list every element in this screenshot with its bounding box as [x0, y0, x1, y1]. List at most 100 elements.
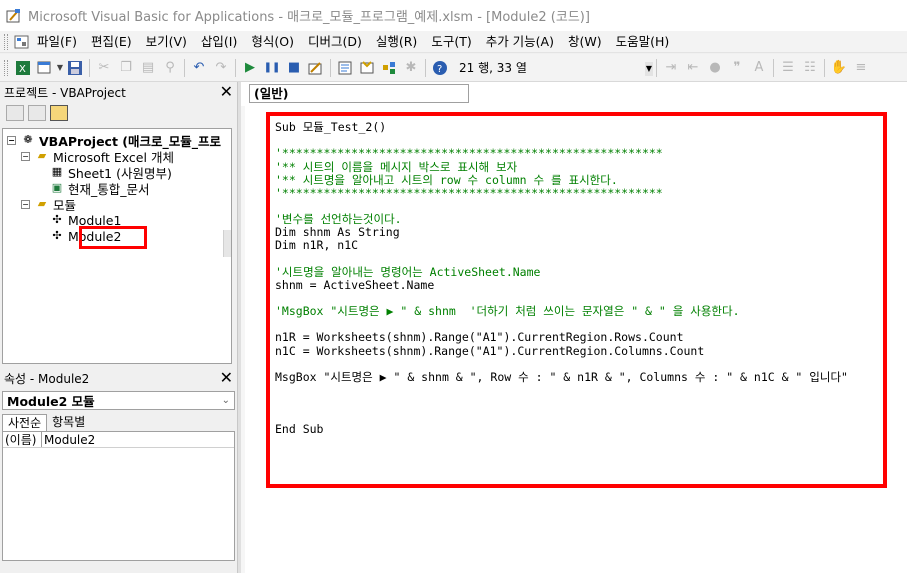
- menu-debug[interactable]: 디버그(D): [301, 32, 369, 52]
- excel-menu-icon[interactable]: [14, 34, 30, 50]
- insert-userform-icon[interactable]: [34, 57, 56, 79]
- view-excel-icon[interactable]: X: [12, 57, 34, 79]
- menu-insert[interactable]: 삽입(I): [194, 32, 244, 52]
- toolbox-icon[interactable]: ✱: [400, 57, 422, 79]
- tree-scrollbar[interactable]: [223, 230, 231, 257]
- menu-file[interactable]: 파일(F): [34, 32, 84, 52]
- vba-app-icon: [6, 8, 22, 24]
- property-row[interactable]: (이름) Module2: [3, 432, 234, 448]
- find-icon[interactable]: ⚲: [159, 57, 181, 79]
- code-highlight-box: [266, 112, 887, 488]
- module-icon: ✣: [52, 229, 62, 242]
- view-code-icon[interactable]: [6, 105, 24, 121]
- toggle-breakpoint-icon[interactable]: ●: [704, 57, 726, 79]
- cursor-position-display: 21 행, 33 열 ▼: [455, 58, 653, 78]
- view-object-icon[interactable]: [28, 105, 46, 121]
- toolbar-separator: [824, 58, 825, 77]
- object-select-value: Module2 모듈: [7, 394, 95, 409]
- standard-toolbar: X ▼ ✂ ❐ ▤ ⚲ ↶ ↷ ▶ ❚❚ ■ ✱ ? 21 행, 33 열 ▼ …: [0, 54, 907, 82]
- toolbar-grip[interactable]: [4, 59, 8, 76]
- property-name: (이름): [3, 432, 42, 447]
- code-margin[interactable]: [241, 106, 245, 573]
- undo-icon[interactable]: ↶: [188, 57, 210, 79]
- project-explorer-pane: 프로젝트 - VBAProject ✕ − ❁ VBAProject (매크로_…: [0, 82, 237, 367]
- vbaproject-icon: ❁: [23, 133, 33, 146]
- uncomment-block-icon[interactable]: A: [748, 57, 770, 79]
- menu-edit[interactable]: 편집(E): [84, 32, 139, 52]
- outdent-icon[interactable]: ⇤: [682, 57, 704, 79]
- menu-view[interactable]: 보기(V): [139, 32, 194, 52]
- toolbar-separator: [184, 58, 185, 77]
- module-icon: ✣: [52, 213, 62, 226]
- menu-format[interactable]: 형식(O): [244, 32, 301, 52]
- tab-alphabetic[interactable]: 사전순: [2, 414, 48, 431]
- save-icon[interactable]: [64, 57, 86, 79]
- help-icon[interactable]: ?: [429, 57, 451, 79]
- svg-text:X: X: [19, 64, 26, 75]
- menu-window[interactable]: 창(W): [561, 32, 609, 52]
- properties-grid: (이름) Module2: [2, 431, 235, 561]
- toggle-folders-icon[interactable]: [50, 105, 68, 121]
- project-pane-header: 프로젝트 - VBAProject ✕: [0, 82, 237, 102]
- break-icon[interactable]: ❚❚: [261, 57, 283, 79]
- project-pane-tools: [0, 102, 237, 124]
- folder-open-icon: ▰: [37, 149, 47, 162]
- tree-node-label: 현재_통합_문서: [68, 181, 150, 197]
- menu-addins[interactable]: 추가 기능(A): [479, 32, 561, 52]
- design-mode-icon[interactable]: [305, 57, 327, 79]
- folder-open-icon: ▰: [37, 197, 47, 210]
- properties-window-icon[interactable]: [356, 57, 378, 79]
- window-title: Microsoft Visual Basic for Applications …: [28, 10, 590, 25]
- collapse-icon[interactable]: −: [21, 151, 30, 161]
- list-constants-icon[interactable]: ☷: [799, 57, 821, 79]
- tree-node-modules[interactable]: − ▰ 모듈: [21, 196, 77, 213]
- parameter-info-icon[interactable]: ≡: [850, 57, 872, 79]
- toolbar-separator: [330, 58, 331, 77]
- reset-icon[interactable]: ■: [283, 57, 305, 79]
- object-browser-icon[interactable]: [378, 57, 400, 79]
- paste-icon[interactable]: ▤: [137, 57, 159, 79]
- properties-pane-header: 속성 - Module2 ✕: [0, 368, 237, 388]
- project-pane-title: 프로젝트 - VBAProject: [4, 85, 126, 100]
- toolbar-overflow-icon[interactable]: ▼: [645, 61, 653, 76]
- toolbar-separator: [89, 58, 90, 77]
- quick-info-icon[interactable]: ✋: [828, 57, 850, 79]
- properties-tabs: 사전순 항목별: [2, 413, 235, 431]
- property-value[interactable]: Module2: [42, 432, 95, 447]
- chevron-down-icon: ⌄: [221, 395, 230, 406]
- collapse-icon[interactable]: −: [7, 135, 16, 145]
- close-icon[interactable]: ✕: [220, 370, 233, 386]
- indent-icon[interactable]: ⇥: [660, 57, 682, 79]
- cursor-position-text: 21 행, 33 열: [459, 61, 527, 75]
- code-window[interactable]: (일반) Sub 모듈_Test_2() '*******************…: [241, 82, 907, 573]
- close-icon[interactable]: ✕: [220, 84, 233, 100]
- menu-run[interactable]: 실행(R): [369, 32, 424, 52]
- properties-pane: 속성 - Module2 ✕ Module2 모듈 ⌄ 사전순 항목별 (이름)…: [0, 368, 237, 573]
- cut-icon[interactable]: ✂: [93, 57, 115, 79]
- run-icon[interactable]: ▶: [239, 57, 261, 79]
- title-bar: Microsoft Visual Basic for Applications …: [0, 0, 907, 31]
- object-combo[interactable]: (일반): [249, 84, 469, 103]
- copy-icon[interactable]: ❐: [115, 57, 137, 79]
- menu-help[interactable]: 도움말(H): [609, 32, 677, 52]
- toolbar-separator: [425, 58, 426, 77]
- tab-categorized[interactable]: 항목별: [47, 414, 90, 431]
- project-explorer-icon[interactable]: [334, 57, 356, 79]
- properties-pane-title: 속성 - Module2: [4, 371, 90, 386]
- toolbar-separator: [773, 58, 774, 77]
- workbook-icon: ▣: [51, 181, 63, 194]
- list-properties-icon[interactable]: ☰: [777, 57, 799, 79]
- sheet-icon: ▦: [51, 165, 63, 178]
- toolbar-separator: [656, 58, 657, 77]
- menu-bar: 파일(F) 편집(E) 보기(V) 삽입(I) 형식(O) 디버그(D) 실행(…: [0, 31, 907, 53]
- object-select[interactable]: Module2 모듈 ⌄: [2, 391, 235, 410]
- tree-node-label: 모듈: [53, 197, 77, 213]
- module2-highlight-box: [79, 226, 147, 249]
- menubar-grip[interactable]: [4, 33, 8, 50]
- menu-tools[interactable]: 도구(T): [424, 32, 478, 52]
- collapse-icon[interactable]: −: [21, 199, 30, 209]
- redo-icon[interactable]: ↷: [210, 57, 232, 79]
- comment-block-icon[interactable]: ❞: [726, 57, 748, 79]
- toolbar-separator: [235, 58, 236, 77]
- dropdown-arrow-icon[interactable]: ▼: [56, 57, 64, 79]
